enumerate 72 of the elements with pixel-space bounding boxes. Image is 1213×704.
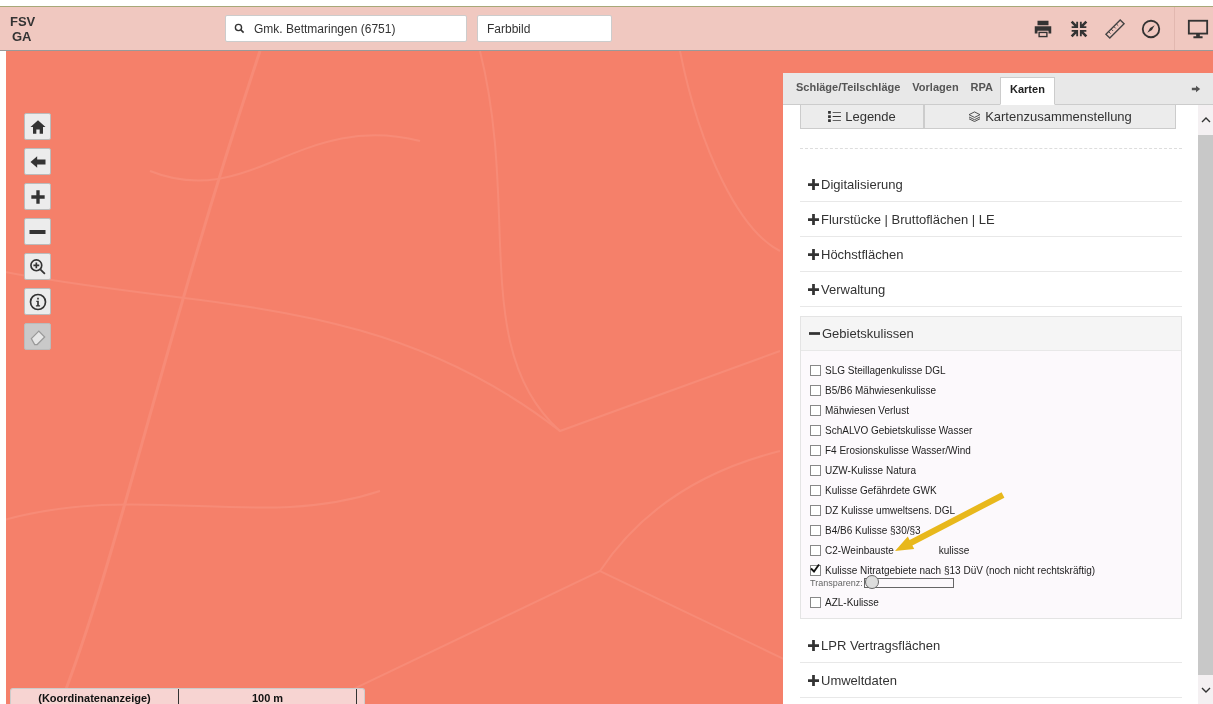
- info-icon: [27, 291, 48, 312]
- map-tool-button[interactable]: [24, 218, 51, 245]
- layer-label: F4 Erosionskulisse Wasser/Wind: [825, 444, 971, 456]
- search-icon: [234, 23, 245, 34]
- compass-icon[interactable]: [1140, 17, 1162, 40]
- checkbox[interactable]: [810, 544, 821, 556]
- logo-text: GA: [11, 28, 32, 44]
- slider-label: Transparenz:: [810, 578, 863, 588]
- basemap-field[interactable]: Farbbild: [477, 15, 612, 42]
- plus-icon: [808, 283, 819, 295]
- logo-text: FSV: [10, 13, 36, 29]
- layer-label: B4/B6 Kulisse §30/§3: [825, 524, 921, 536]
- ruler-icon[interactable]: [1104, 17, 1126, 40]
- section-header[interactable]: LPR Vertragsflächen: [800, 628, 1182, 663]
- chevron-down-icon[interactable]: [1200, 687, 1211, 693]
- checkbox[interactable]: [810, 504, 821, 516]
- section-header[interactable]: Umweltdaten: [800, 663, 1182, 698]
- transparency-slider[interactable]: [863, 578, 954, 588]
- plus-icon: [808, 178, 819, 190]
- map-tool-button[interactable]: [24, 113, 51, 140]
- map-tool-button[interactable]: [24, 183, 51, 210]
- plus-icon: [808, 674, 819, 686]
- layer-label: C2-Weinbauste: [825, 544, 894, 556]
- section-header[interactable]: Digitalisierung: [800, 167, 1182, 202]
- search-field[interactable]: Gmk. Bettmaringen (6751): [225, 15, 467, 42]
- map-tool-button[interactable]: [24, 148, 51, 175]
- layer-label: B5/B6 Mähwiesenkulisse: [825, 384, 937, 396]
- layer-label: SLG Steillagenkulisse DGL: [825, 364, 946, 376]
- panel-tab[interactable]: Schläge/Teilschläge: [791, 76, 906, 104]
- panel-tab[interactable]: Karten: [1000, 77, 1055, 105]
- checkbox[interactable]: [810, 484, 821, 496]
- checkbox[interactable]: [810, 524, 821, 536]
- panel-tab[interactable]: Vorlagen: [907, 76, 964, 104]
- checkbox[interactable]: [810, 564, 821, 576]
- monitor-icon[interactable]: [1187, 17, 1209, 40]
- section-header[interactable]: Gebietskulissen: [801, 317, 1181, 351]
- layer-label: Mähwiesen Verlust: [825, 404, 909, 416]
- checkbox[interactable]: [810, 364, 821, 376]
- layer-label: AZL-Kulisse: [825, 596, 879, 608]
- subtab-button[interactable]: Kartenzusammenstellung: [924, 105, 1176, 129]
- slider-thumb[interactable]: [864, 575, 879, 589]
- coordinates-text: (Koordinatenanzeige): [11, 689, 179, 704]
- plus-icon: [808, 639, 819, 651]
- map-tool-button[interactable]: [24, 288, 51, 315]
- checkbox[interactable]: [810, 596, 821, 608]
- scrollbar[interactable]: [1198, 105, 1213, 704]
- list-icon: [828, 111, 842, 122]
- section-header[interactable]: Höchstflächen: [800, 237, 1182, 272]
- section-header[interactable]: Verwaltung: [800, 272, 1182, 307]
- checkbox[interactable]: [810, 444, 821, 456]
- zoom-in-icon: [27, 256, 48, 277]
- map-tool-button[interactable]: [24, 253, 51, 280]
- panel-tab[interactable]: RPA: [965, 76, 999, 104]
- chevron-up-icon[interactable]: [1200, 117, 1211, 123]
- checkbox[interactable]: [810, 464, 821, 476]
- zoom-out-icon: [29, 229, 46, 234]
- layer-label: Kulisse Gefährdete GWK: [825, 484, 937, 496]
- layer-label: Kulisse Nitratgebiete nach §13 DüV (noch nicht rechtskräftig): [825, 564, 1096, 576]
- checkbox[interactable]: [810, 404, 821, 416]
- layer-label: DZ Kulisse umweltsens. DGL: [825, 504, 956, 516]
- layers-icon: [968, 111, 982, 122]
- layer-label: UZW-Kulisse Natura: [825, 464, 916, 476]
- subtab-button[interactable]: Legende: [800, 105, 924, 129]
- plus-icon: [808, 213, 819, 225]
- arrow-right-icon[interactable]: [1191, 83, 1201, 94]
- checkbox[interactable]: [810, 384, 821, 396]
- scale-text: 100 m: [179, 689, 357, 704]
- layer-label: kulisse: [938, 544, 970, 556]
- plus-icon: [808, 248, 819, 260]
- section-header[interactable]: Flurstücke | Bruttoflächen | LE: [800, 202, 1182, 237]
- layer-label: SchALVO Gebietskulisse Wasser: [825, 424, 973, 436]
- checkbox[interactable]: [810, 424, 821, 436]
